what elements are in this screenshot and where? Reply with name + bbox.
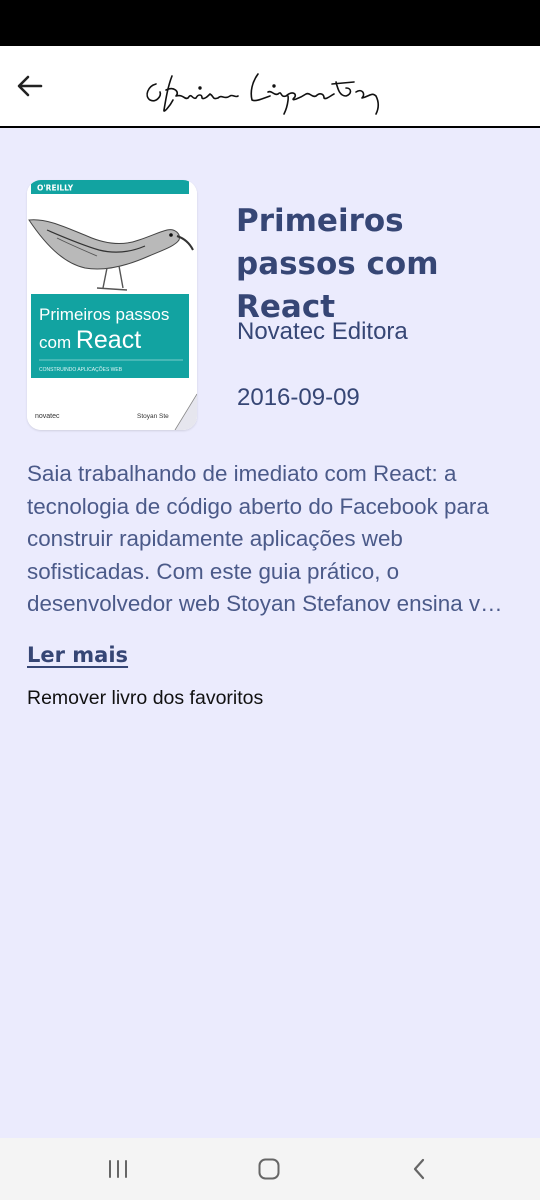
recent-apps-button[interactable] (98, 1151, 138, 1187)
signature-logo[interactable] (140, 56, 400, 118)
book-publisher: Novatec Editora (237, 318, 408, 345)
back-icon (413, 1158, 425, 1180)
cover-publisher-mark: O'REILLY (37, 184, 74, 193)
arrow-left-icon (17, 75, 43, 97)
cover-imprint: novatec (35, 413, 60, 420)
back-button[interactable] (10, 66, 50, 106)
home-icon (258, 1158, 280, 1180)
remove-favorite-button[interactable]: Remover livro dos favoritos (27, 687, 263, 710)
home-button[interactable] (249, 1151, 289, 1187)
book-cover: O'REILLY Primeiros passos com React CONS… (27, 180, 197, 430)
app-header (0, 46, 540, 128)
book-title: Primeiros passos com React (236, 203, 439, 325)
book-date: 2016-09-09 (237, 384, 360, 411)
status-bar (0, 0, 540, 46)
cover-title-line1: Primeiros passos (39, 305, 169, 324)
book-cover-art: O'REILLY Primeiros passos com React CONS… (27, 180, 197, 430)
book-description: Saia trabalhando de imediato com React: … (27, 461, 503, 616)
cover-subtitle: CONSTRUINDO APLICAÇÕES WEB (39, 366, 123, 373)
recent-apps-icon (109, 1160, 127, 1178)
read-more-link[interactable]: Ler mais (27, 643, 128, 667)
system-nav-bar (0, 1138, 540, 1200)
system-back-button[interactable] (400, 1151, 440, 1187)
cover-author: Stoyan Ste (137, 413, 169, 420)
book-detail: O'REILLY Primeiros passos com React CONS… (0, 128, 540, 1138)
